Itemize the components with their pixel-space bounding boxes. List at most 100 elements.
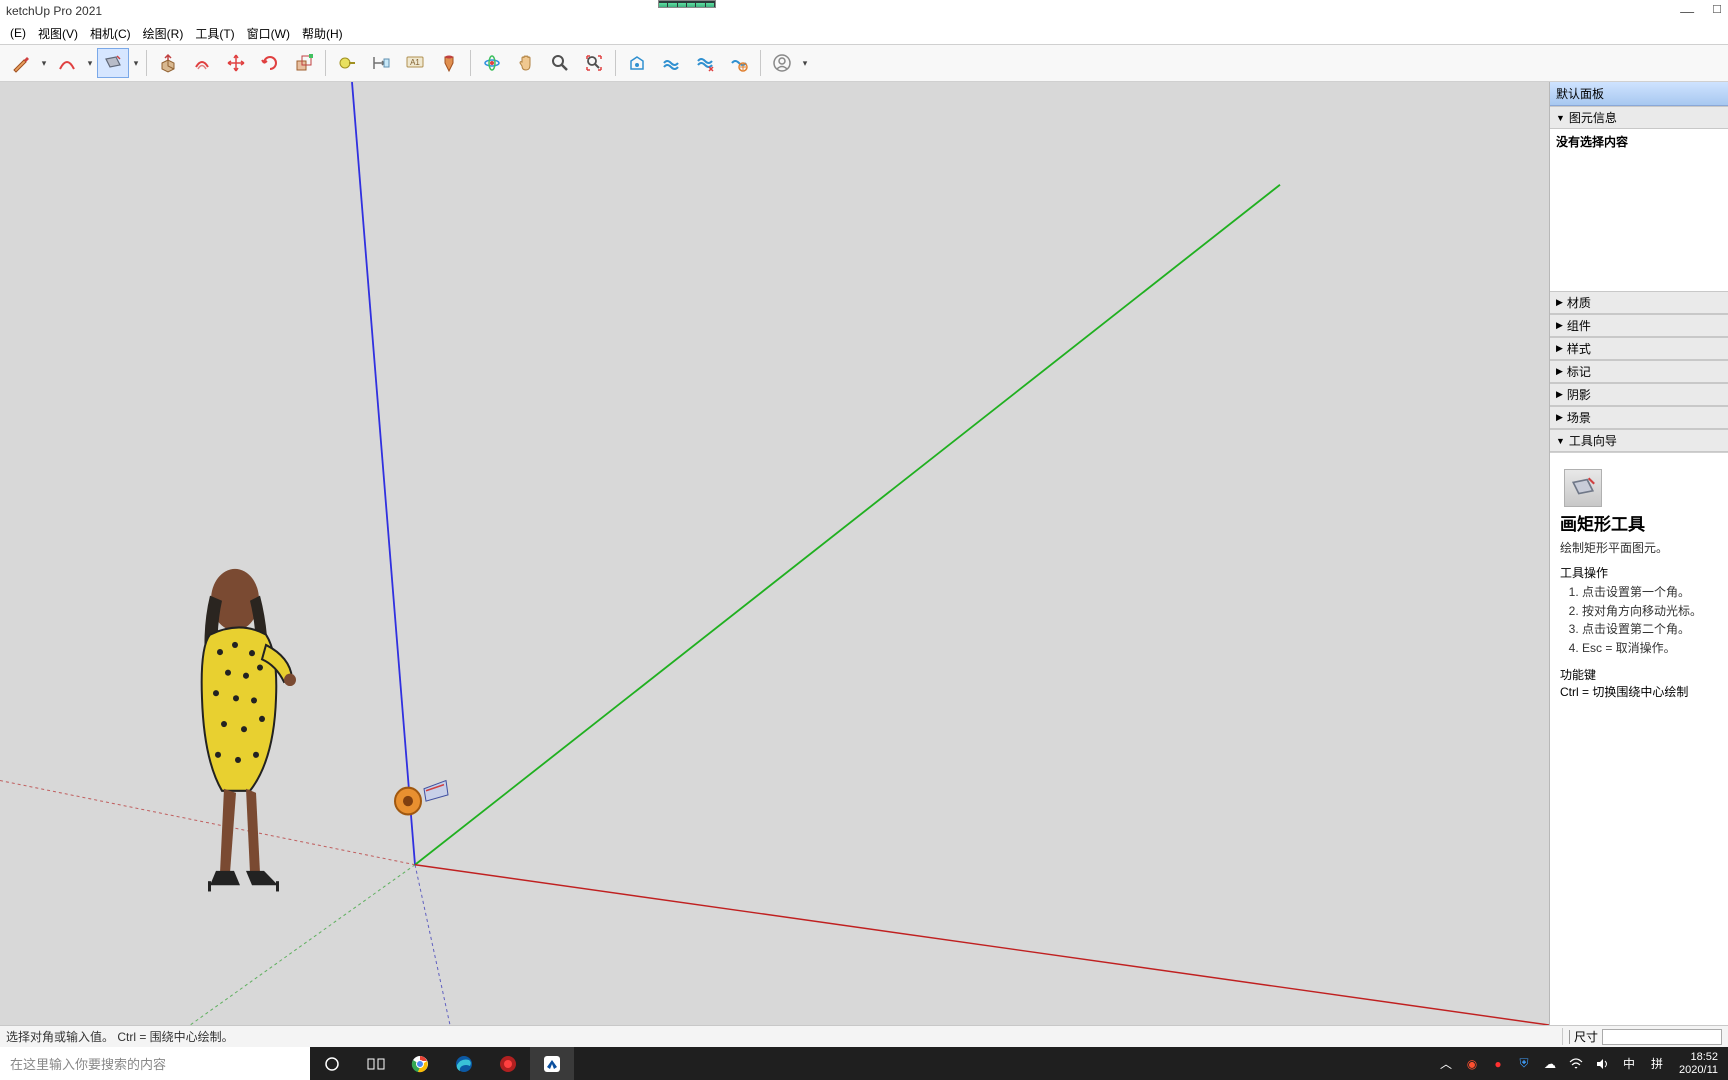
step-item: 点击设置第二个角。 xyxy=(1582,621,1718,638)
rotate-tool[interactable] xyxy=(254,48,286,78)
zoom-extents-tool[interactable] xyxy=(578,48,610,78)
chevron-right-icon: ▶ xyxy=(1556,320,1563,331)
instructor-body: 画矩形工具 绘制矩形平面图元。 工具操作 点击设置第一个角。 按对角方向移动光标… xyxy=(1550,452,1728,1025)
clock-time: 18:52 xyxy=(1679,1051,1718,1063)
maximize-button[interactable]: ☐ xyxy=(1712,3,1722,19)
menu-edit[interactable]: (E) xyxy=(4,24,32,42)
op-steps: 点击设置第一个角。 按对角方向移动光标。 点击设置第二个角。 Esc = 取消操… xyxy=(1560,584,1718,657)
scale-tool[interactable] xyxy=(288,48,320,78)
arc-dropdown[interactable]: ▾ xyxy=(84,58,96,69)
dock-title[interactable]: 默认面板 xyxy=(1550,82,1728,106)
offset-tool[interactable] xyxy=(186,48,218,78)
section-entity-info[interactable]: ▼ 图元信息 xyxy=(1550,106,1728,129)
account-tool[interactable] xyxy=(766,48,798,78)
measure-input[interactable] xyxy=(1602,1029,1722,1045)
extension2-tool[interactable] xyxy=(689,48,721,78)
section-shadows[interactable]: ▶阴影 xyxy=(1550,383,1728,406)
tray-wifi-icon[interactable] xyxy=(1567,1055,1585,1073)
chevron-right-icon: ▶ xyxy=(1556,366,1563,377)
tray-app2-icon[interactable]: ● xyxy=(1489,1055,1507,1073)
chevron-right-icon: ▶ xyxy=(1556,343,1563,354)
zoom-tool[interactable] xyxy=(544,48,576,78)
move-tool[interactable] xyxy=(220,48,252,78)
ime-lang[interactable]: 中 xyxy=(1619,1055,1639,1072)
viewport[interactable] xyxy=(0,82,1549,1025)
orbit-tool[interactable] xyxy=(476,48,508,78)
tray-app1-icon[interactable]: ◉ xyxy=(1463,1055,1481,1073)
text-tool[interactable]: A1 xyxy=(399,48,431,78)
menu-window[interactable]: 窗口(W) xyxy=(241,23,296,44)
pan-tool[interactable] xyxy=(510,48,542,78)
section-tags[interactable]: ▶ 标记 xyxy=(1550,360,1728,383)
tray-volume-icon[interactable] xyxy=(1593,1055,1611,1073)
section-label: 样式 xyxy=(1567,340,1591,357)
section-label: 材质 xyxy=(1567,294,1591,311)
step-item: Esc = 取消操作。 xyxy=(1582,640,1718,657)
scale-figure xyxy=(202,569,296,892)
pencil-tool[interactable] xyxy=(5,48,37,78)
section-styles[interactable]: ▶ 样式 xyxy=(1550,337,1728,360)
menubar: (E) 视图(V) 相机(C) 绘图(R) 工具(T) 窗口(W) 帮助(H) xyxy=(0,22,1728,44)
warehouse-tool[interactable] xyxy=(621,48,653,78)
edge-icon[interactable] xyxy=(442,1047,486,1080)
section-label: 阴影 xyxy=(1567,386,1591,403)
svg-text:A1: A1 xyxy=(410,58,420,67)
section-scenes[interactable]: ▶ 场景 xyxy=(1550,406,1728,429)
section-label: 工具向导 xyxy=(1569,432,1617,449)
record-icon[interactable] xyxy=(486,1047,530,1080)
menu-help[interactable]: 帮助(H) xyxy=(296,23,349,44)
tray-shield-icon[interactable]: ⛨ xyxy=(1515,1055,1533,1073)
chevron-right-icon: ▶ xyxy=(1556,412,1563,423)
extension1-tool[interactable] xyxy=(655,48,687,78)
tape-tool[interactable] xyxy=(331,48,363,78)
tray-chevron-icon[interactable]: ︿ xyxy=(1437,1055,1455,1073)
account-dropdown[interactable]: ▾ xyxy=(799,58,811,69)
pushpull-tool[interactable] xyxy=(152,48,184,78)
section-components[interactable]: ▶组件 xyxy=(1550,314,1728,337)
perf-meter xyxy=(658,0,716,8)
arc-tool[interactable] xyxy=(51,48,83,78)
minimize-button[interactable]: — xyxy=(1680,3,1694,19)
section-label: 标记 xyxy=(1567,363,1591,380)
menu-view[interactable]: 视图(V) xyxy=(32,23,84,44)
dimension-tool[interactable] xyxy=(365,48,397,78)
cortana-icon[interactable] xyxy=(310,1047,354,1080)
chevron-down-icon: ▼ xyxy=(1556,113,1565,123)
taskbar: 在这里输入你要搜索的内容 ︿ ◉ ● ⛨ ☁ 中 拼 18:52 2020/11 xyxy=(0,1047,1728,1080)
app-title: ketchUp Pro 2021 xyxy=(6,4,102,18)
side-dock: 默认面板 ▼ 图元信息 没有选择内容 ▶材质 ▶组件 ▶样式 ▶标记 ▶阴影 ▶… xyxy=(1549,82,1728,1025)
chevron-down-icon: ▼ xyxy=(1556,436,1565,446)
pencil-dropdown[interactable]: ▾ xyxy=(38,58,50,69)
section-materials[interactable]: ▶ 材质 xyxy=(1550,291,1728,314)
section-label: 图元信息 xyxy=(1569,109,1617,126)
step-item: 按对角方向移动光标。 xyxy=(1582,603,1718,620)
taskbar-search[interactable]: 在这里输入你要搜索的内容 xyxy=(0,1047,310,1080)
titlebar: ketchUp Pro 2021 — ☐ xyxy=(0,0,1728,22)
ime-mode[interactable]: 拼 xyxy=(1647,1055,1667,1072)
taskview-icon[interactable] xyxy=(354,1047,398,1080)
tool-desc: 绘制矩形平面图元。 xyxy=(1560,540,1718,557)
mod-title: 功能键 xyxy=(1560,667,1718,684)
sketchup-taskbar-icon[interactable] xyxy=(530,1047,574,1080)
rectangle-tool[interactable] xyxy=(97,48,129,78)
paint-tool[interactable] xyxy=(433,48,465,78)
status-hint: 选择对角或输入值。 Ctrl = 围绕中心绘制。 xyxy=(0,1028,1562,1045)
extension-manager-tool[interactable] xyxy=(723,48,755,78)
menu-tools[interactable]: 工具(T) xyxy=(189,23,240,44)
tray-clock[interactable]: 18:52 2020/11 xyxy=(1675,1051,1722,1075)
chrome-icon[interactable] xyxy=(398,1047,442,1080)
toolbar: ▾ ▾ ▾ A1 ▾ xyxy=(0,44,1728,82)
mod-line: Ctrl = 切换围绕中心绘制 xyxy=(1560,684,1718,701)
tray-cloud-icon[interactable]: ☁ xyxy=(1541,1055,1559,1073)
menu-draw[interactable]: 绘图(R) xyxy=(137,23,190,44)
chevron-right-icon: ▶ xyxy=(1556,297,1563,308)
section-label: 场景 xyxy=(1567,409,1591,426)
menu-camera[interactable]: 相机(C) xyxy=(84,23,137,44)
op-title: 工具操作 xyxy=(1560,565,1718,582)
measure-label: 尺寸 xyxy=(1574,1028,1598,1045)
search-placeholder: 在这里输入你要搜索的内容 xyxy=(10,1054,166,1073)
rectangle-dropdown[interactable]: ▾ xyxy=(130,58,142,69)
entity-info-empty: 没有选择内容 xyxy=(1550,129,1728,154)
section-instructor[interactable]: ▼ 工具向导 xyxy=(1550,429,1728,452)
clock-date: 2020/11 xyxy=(1679,1064,1718,1076)
